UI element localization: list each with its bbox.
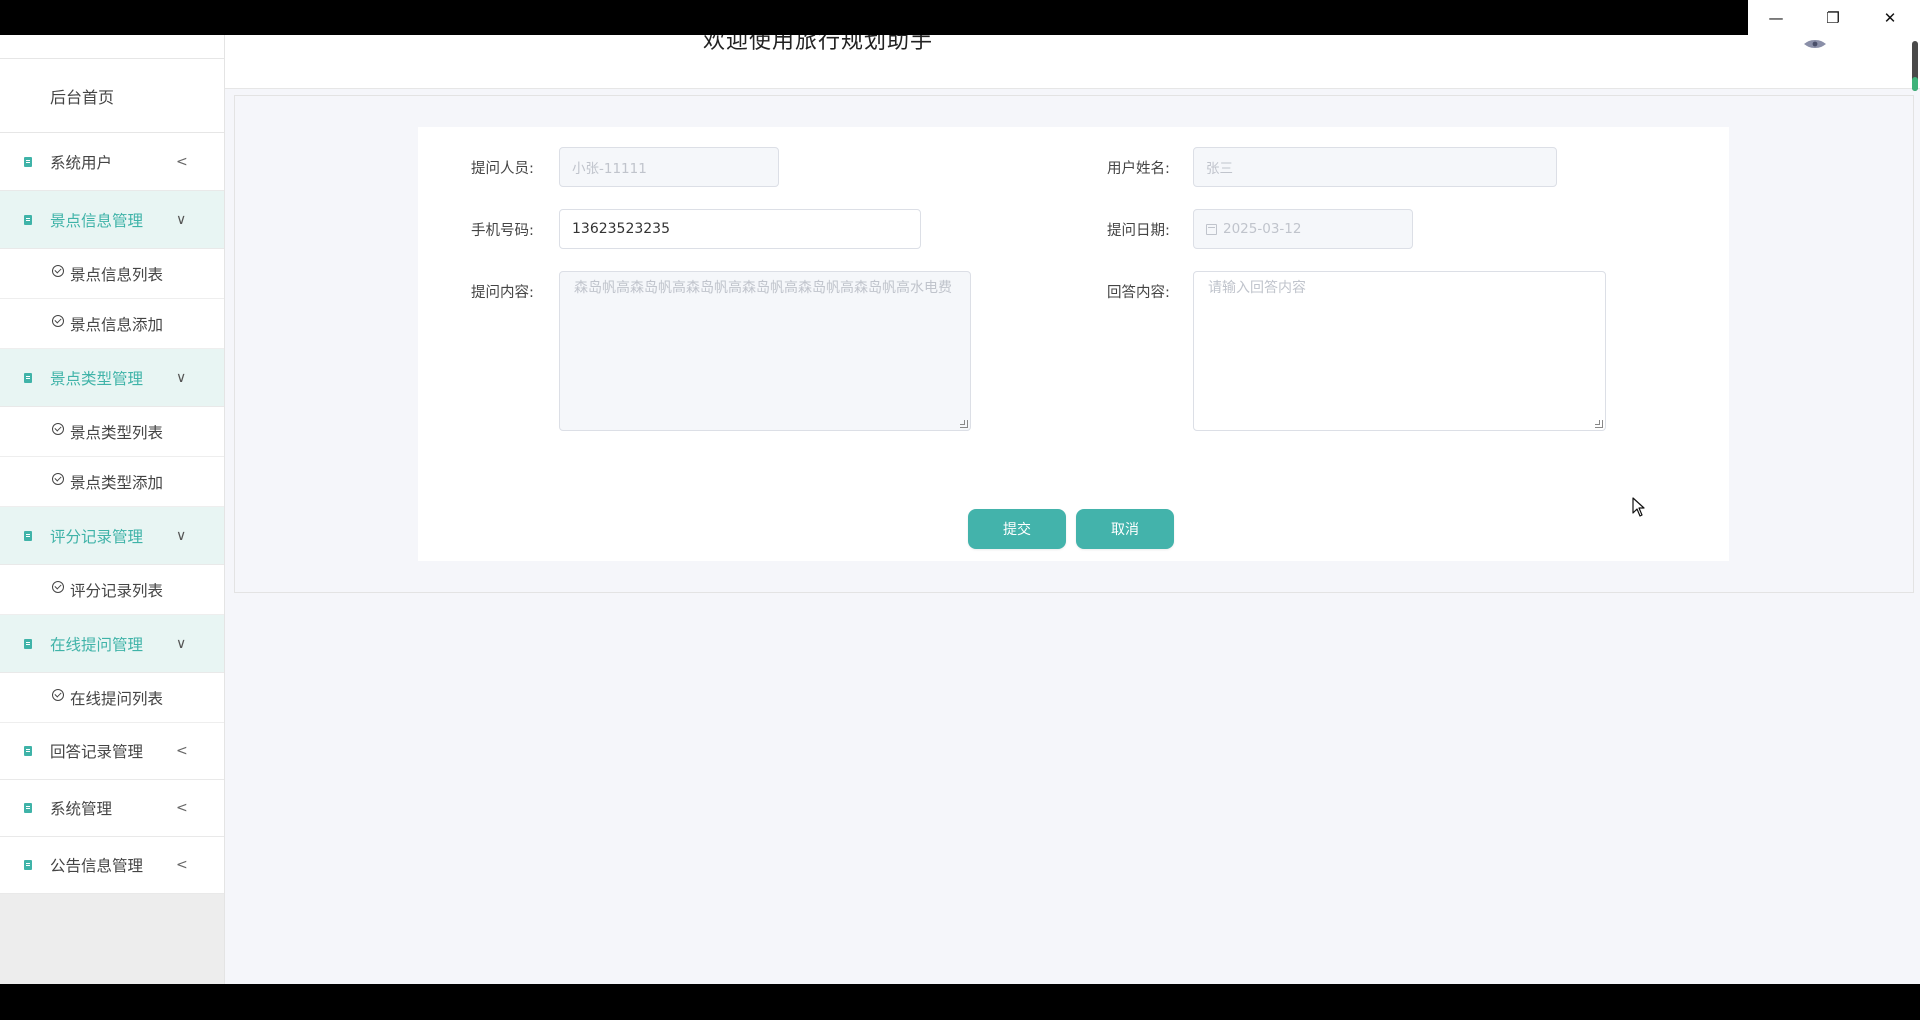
asker-label: 提问人员: <box>471 161 534 177</box>
calendar-icon <box>1206 223 1217 235</box>
avatar[interactable] <box>1803 39 1827 49</box>
document-icon <box>24 530 32 541</box>
sidebar-group-rating-records[interactable]: 评分记录管理 ∨ <box>0 507 224 565</box>
check-circle-icon <box>52 314 64 327</box>
username-label: 用户姓名: <box>1107 161 1170 177</box>
resize-grip-icon <box>960 420 968 428</box>
resize-grip-icon <box>1595 420 1603 428</box>
sidebar-menu: 后台首页 系统用户 < 景点信息管理 ∨ 景点信息列表 景点信息添加 景点类型管… <box>0 59 224 894</box>
sidebar-group-label: 系统用户 <box>50 153 113 172</box>
question-textarea: 森岛帆高森岛帆高森岛帆高森岛帆高森岛帆高森岛帆高水电费 <box>559 271 971 431</box>
mouse-cursor-icon <box>1632 497 1645 517</box>
date-label: 提问日期: <box>1107 223 1170 239</box>
check-circle-icon <box>52 688 64 701</box>
minimize-icon[interactable]: — <box>1748 0 1804 35</box>
cancel-button[interactable]: 取消 <box>1076 509 1174 549</box>
document-icon <box>24 638 32 649</box>
sidebar-group-scenic-info[interactable]: 景点信息管理 ∨ <box>0 191 224 249</box>
sidebar-group-answer-records[interactable]: 回答记录管理 < <box>0 723 224 780</box>
sidebar-group-label: 景点类型管理 <box>50 369 144 388</box>
document-icon <box>24 372 32 383</box>
answer-form-card: 提问人员: 小张-11111 用户姓名: 张三 手机号码: 1362352323… <box>418 127 1729 561</box>
chevron-down-icon: ∨ <box>176 369 187 386</box>
answer-placeholder: 请输入回答内容 <box>1208 280 1306 296</box>
sidebar-group-system-users[interactable]: 系统用户 < <box>0 133 224 191</box>
check-circle-icon <box>52 580 64 593</box>
page-scrollbar[interactable] <box>1912 41 1918 91</box>
screen: — ❐ ✕ 后台首页 系统用户 < 景点信息管理 ∨ 景点信息列表 景点信息添加… <box>0 0 1920 1020</box>
submit-button[interactable]: 提交 <box>968 509 1066 549</box>
sidebar-group-label: 回答记录管理 <box>50 743 144 761</box>
sidebar-item-label: 景点类型列表 <box>70 423 164 442</box>
chevron-left-icon: < <box>176 800 188 816</box>
check-circle-icon <box>52 472 64 485</box>
close-icon[interactable]: ✕ <box>1862 0 1918 35</box>
page-title: 欢迎使用旅行规划助手 <box>703 35 934 54</box>
chevron-down-icon: ∨ <box>176 211 187 228</box>
sidebar-item-online-questions-list[interactable]: 在线提问列表 <box>0 673 224 723</box>
sidebar-group-label: 评分记录管理 <box>50 527 144 546</box>
sidebar-item-label: 在线提问列表 <box>70 689 164 708</box>
sidebar-item-scenic-info-list[interactable]: 景点信息列表 <box>0 249 224 299</box>
restore-icon[interactable]: ❐ <box>1805 0 1861 35</box>
chevron-left-icon: < <box>176 857 188 873</box>
sidebar-item-rating-records-list[interactable]: 评分记录列表 <box>0 565 224 615</box>
sidebar-item-label: 评分记录列表 <box>70 581 164 600</box>
sidebar-item-scenic-info-add[interactable]: 景点信息添加 <box>0 299 224 349</box>
answer-textarea[interactable]: 请输入回答内容 <box>1193 271 1606 431</box>
chevron-left-icon: < <box>176 743 188 759</box>
chevron-down-icon: ∨ <box>176 527 187 544</box>
question-label: 提问内容: <box>471 285 534 301</box>
document-icon <box>24 746 32 756</box>
sidebar-group-label: 在线提问管理 <box>50 635 144 654</box>
asker-field: 小张-11111 <box>559 147 779 187</box>
app-viewport: 后台首页 系统用户 < 景点信息管理 ∨ 景点信息列表 景点信息添加 景点类型管… <box>0 35 1920 984</box>
sidebar-item-scenic-type-add[interactable]: 景点类型添加 <box>0 457 224 507</box>
check-circle-icon <box>52 264 64 277</box>
sidebar-group-label: 系统管理 <box>50 800 113 818</box>
date-field: 2025-03-12 <box>1193 209 1413 249</box>
sidebar-item-label: 景点信息列表 <box>70 265 164 284</box>
username-field: 张三 <box>1193 147 1557 187</box>
sidebar-item-scenic-type-list[interactable]: 景点类型列表 <box>0 407 224 457</box>
window-titlebar: — ❐ ✕ <box>0 0 1920 35</box>
sidebar-brand <box>0 35 224 59</box>
document-icon <box>24 214 32 225</box>
sidebar-group-label: 景点信息管理 <box>50 211 144 230</box>
document-icon <box>24 860 32 870</box>
sidebar-group-system-management[interactable]: 系统管理 < <box>0 780 224 837</box>
sidebar-item-label: 景点类型添加 <box>70 473 164 492</box>
sidebar-group-label: 公告信息管理 <box>50 857 144 875</box>
document-icon <box>24 156 32 167</box>
document-icon <box>24 803 32 813</box>
taskbar <box>0 984 1920 1020</box>
sidebar-item-label: 景点信息添加 <box>70 315 164 334</box>
chevron-left-icon: < <box>176 153 188 170</box>
date-value: 2025-03-12 <box>1223 221 1302 237</box>
sidebar-group-announcements[interactable]: 公告信息管理 < <box>0 837 224 894</box>
answer-label: 回答内容: <box>1107 285 1170 301</box>
phone-label: 手机号码: <box>471 223 534 239</box>
sidebar-item-home[interactable]: 后台首页 <box>0 59 224 133</box>
sidebar-group-online-questions[interactable]: 在线提问管理 ∨ <box>0 615 224 673</box>
chevron-down-icon: ∨ <box>176 635 187 652</box>
sidebar: 后台首页 系统用户 < 景点信息管理 ∨ 景点信息列表 景点信息添加 景点类型管… <box>0 35 225 984</box>
check-circle-icon <box>52 422 64 435</box>
sidebar-group-scenic-type[interactable]: 景点类型管理 ∨ <box>0 349 224 407</box>
top-header: 欢迎使用旅行规划助手 <box>225 35 1920 89</box>
phone-field[interactable]: 13623523235 <box>559 209 921 249</box>
question-text: 森岛帆高森岛帆高森岛帆高森岛帆高森岛帆高森岛帆高水电费 <box>574 280 952 296</box>
